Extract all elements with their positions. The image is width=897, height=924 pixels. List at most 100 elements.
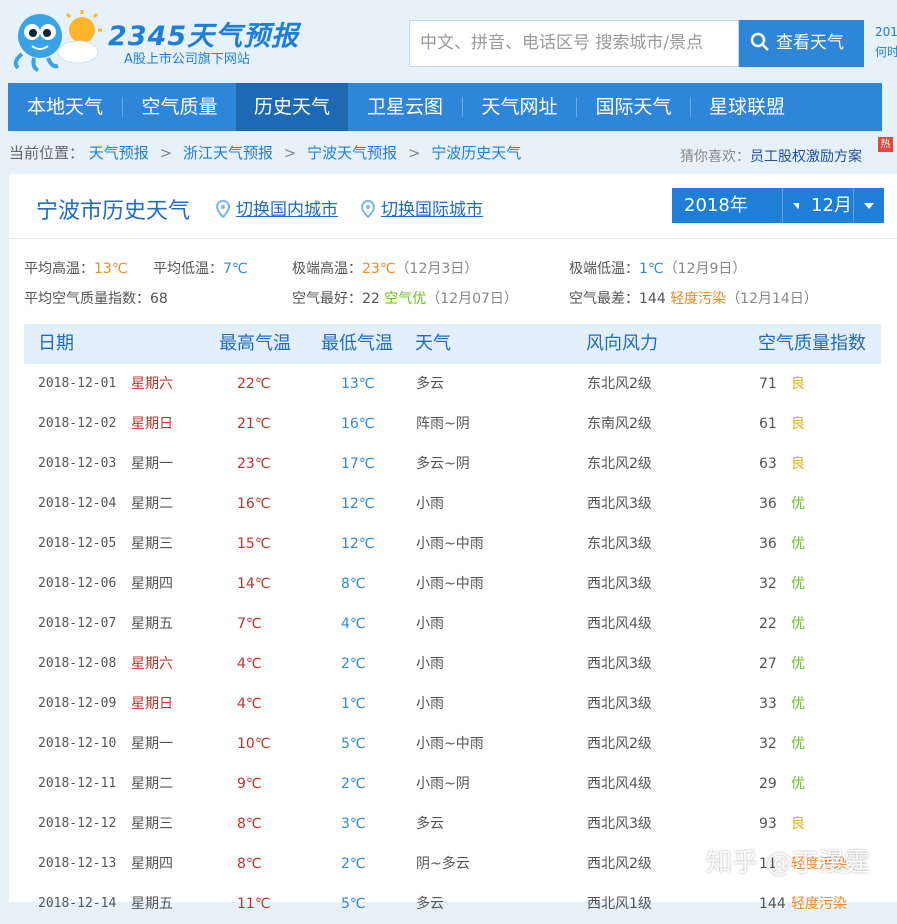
cell-date: 2018-12-03: [38, 456, 117, 471]
nav-item-history-weather[interactable]: 历史天气: [236, 83, 348, 131]
breadcrumb-link-ningbo-history[interactable]: 宁波历史天气: [431, 144, 521, 162]
column-header-high-temp: 最高气温: [219, 333, 291, 354]
cell-wind: 东北风2级: [587, 456, 652, 472]
mascot-logo-icon: [13, 10, 102, 72]
table-row: 2018-12-02 星期日 21℃ 16℃ 阵雨~阴 东南风2级 61 良: [24, 404, 881, 444]
stat-extreme-high-label: 极端高温：: [292, 261, 362, 277]
cell-aqi-level: 良: [791, 456, 805, 472]
cell-weekday: 星期四: [131, 856, 173, 872]
stat-best-air-value: 22: [362, 291, 380, 307]
stat-extreme-low-label: 极端低温：: [569, 261, 639, 277]
cell-wind: 西北风3级: [587, 496, 652, 512]
cell-date: 2018-12-10: [38, 736, 117, 751]
cell-wind: 东南风2级: [587, 416, 652, 432]
stat-best-air-level: 空气优: [384, 291, 427, 307]
cell-weather: 小雨: [416, 656, 444, 672]
cell-aqi: 22: [759, 616, 777, 632]
table-row: 2018-12-11 星期二 9℃ 2℃ 小雨~阴 西北风4级 29 优: [24, 764, 881, 804]
cell-low-temp: 2℃: [341, 656, 366, 672]
cell-low-temp: 4℃: [341, 616, 366, 632]
stat-best-air: 空气最好：22 空气优（12月07日）: [292, 288, 518, 308]
search-button-label: 查看天气: [776, 33, 844, 53]
cell-aqi: 27: [759, 656, 777, 672]
cell-weather: 小雨: [416, 616, 444, 632]
stat-worst-air-value: 144: [639, 291, 666, 307]
search-button[interactable]: 查看天气: [739, 20, 864, 67]
cell-weekday: 星期一: [131, 736, 173, 752]
cell-weekday: 星期六: [131, 376, 173, 392]
column-header-wind: 风向风力: [586, 333, 658, 354]
column-header-aqi: 空气质量指数: [758, 333, 866, 354]
nav-item-local-weather[interactable]: 本地天气: [8, 83, 122, 131]
cell-weekday: 星期二: [131, 496, 173, 512]
cell-aqi: 33: [759, 696, 777, 712]
table-row: 2018-12-12 星期三 8℃ 3℃ 多云 西北风3级 93 良: [24, 804, 881, 844]
cell-weather: 小雨~中雨: [416, 736, 484, 752]
stat-extreme-low-value: 1℃: [639, 261, 664, 277]
breadcrumb-separator: >: [407, 144, 421, 162]
guess-you-like: 猜你喜欢：员工股权激励方案: [680, 146, 862, 166]
stat-avg-high: 平均高温：13℃: [24, 258, 128, 278]
cell-weekday: 星期一: [131, 456, 173, 472]
cell-low-temp: 8℃: [341, 576, 366, 592]
cell-wind: 东北风3级: [587, 536, 652, 552]
table-row: 2018-12-10 星期一 10℃ 5℃ 小雨~中雨 西北风2级 32 优: [24, 724, 881, 764]
header-right-info: 201 何时: [875, 22, 897, 62]
cell-wind: 西北风4级: [587, 776, 652, 792]
site-logo[interactable]: 2345天气预报 A股上市公司旗下网站: [8, 8, 298, 72]
breadcrumb-link-zhejiang[interactable]: 浙江天气预报: [183, 144, 273, 162]
stat-worst-air-label: 空气最差：: [569, 291, 639, 307]
stat-extreme-low-date: （12月9日）: [663, 261, 747, 277]
cell-date: 2018-12-07: [38, 616, 117, 631]
cell-aqi-level: 优: [791, 656, 805, 672]
cell-weather: 小雨~中雨: [416, 536, 484, 552]
cell-low-temp: 2℃: [341, 776, 366, 792]
stat-avg-low: 平均低温：7℃: [153, 258, 248, 278]
table-row: 2018-12-05 星期三 15℃ 12℃ 小雨~中雨 东北风3级 36 优: [24, 524, 881, 564]
cell-aqi: 36: [759, 496, 777, 512]
cell-weather: 小雨~阴: [416, 776, 470, 792]
breadcrumb-separator: >: [159, 144, 173, 162]
cell-wind: 西北风3级: [587, 576, 652, 592]
cell-weekday: 星期三: [131, 816, 173, 832]
breadcrumb-link-ningbo[interactable]: 宁波天气预报: [307, 144, 397, 162]
cell-weather: 阴~多云: [416, 856, 470, 872]
nav-item-weather-sites[interactable]: 天气网址: [463, 83, 576, 131]
cell-high-temp: 4℃: [237, 696, 262, 712]
switch-domestic-city-link[interactable]: 切换国内城市: [215, 195, 338, 220]
cell-high-temp: 8℃: [237, 856, 262, 872]
cell-wind: 西北风2级: [587, 736, 652, 752]
cell-weather: 多云: [416, 816, 444, 832]
stat-worst-air-level: 轻度污染: [670, 291, 727, 307]
cell-low-temp: 1℃: [341, 696, 366, 712]
cell-weather: 小雨~中雨: [416, 576, 484, 592]
year-select[interactable]: 2018年: [672, 188, 813, 223]
nav-item-satellite[interactable]: 卫星云图: [348, 83, 462, 131]
cell-aqi: 93: [759, 816, 777, 832]
table-row: 2018-12-01 星期六 22℃ 13℃ 多云 东北风2级 71 良: [24, 364, 881, 404]
table-row: 2018-12-08 星期六 4℃ 2℃ 小雨 西北风3级 27 优: [24, 644, 881, 684]
cell-aqi: 63: [759, 456, 777, 472]
guess-link[interactable]: 员工股权激励方案: [750, 149, 862, 165]
stat-extreme-low: 极端低温：1℃（12月9日）: [569, 258, 746, 278]
search-input[interactable]: 中文、拼音、电话区号 搜索城市/景点: [409, 20, 739, 67]
breadcrumb-separator: >: [283, 144, 297, 162]
stat-worst-air: 空气最差：144 轻度污染（12月14日）: [569, 288, 818, 308]
switch-international-city-link[interactable]: 切换国际城市: [360, 195, 483, 220]
cell-date: 2018-12-13: [38, 856, 117, 871]
cell-aqi: 144: [759, 896, 786, 912]
nav-item-international[interactable]: 国际天气: [577, 83, 690, 131]
table-row: 2018-12-06 星期四 14℃ 8℃ 小雨~中雨 西北风3级 32 优: [24, 564, 881, 604]
switch-international-label: 切换国际城市: [381, 200, 483, 220]
cell-aqi-level: 良: [791, 376, 805, 392]
breadcrumb-link-forecast[interactable]: 天气预报: [89, 144, 149, 162]
cell-high-temp: 21℃: [237, 416, 271, 432]
cell-weekday: 星期五: [131, 616, 173, 632]
cell-high-temp: 8℃: [237, 816, 262, 832]
cell-weekday: 星期日: [131, 416, 173, 432]
cell-low-temp: 17℃: [341, 456, 375, 472]
cell-weather: 阵雨~阴: [416, 416, 470, 432]
month-select[interactable]: 12月: [799, 188, 884, 223]
nav-item-planet-union[interactable]: 星球联盟: [691, 83, 803, 131]
nav-item-air-quality[interactable]: 空气质量: [123, 83, 236, 131]
